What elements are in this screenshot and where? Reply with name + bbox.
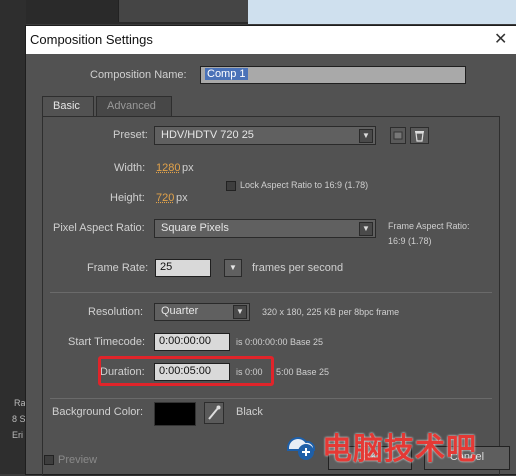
pixel-aspect-ratio-label: Pixel Aspect Ratio:: [53, 222, 145, 234]
width-unit: px: [182, 162, 194, 174]
frame-rate-unit: frames per second: [252, 262, 344, 274]
preset-label: Preset:: [113, 129, 148, 141]
dialog-title: Composition Settings: [30, 32, 153, 47]
watermark-text: 电脑技术吧: [322, 432, 477, 467]
background-color-label: Background Color:: [52, 406, 144, 418]
resolution-value: Quarter: [161, 305, 199, 317]
save-preset-icon[interactable]: [390, 127, 406, 144]
frame-rate-label: Frame Rate:: [87, 262, 149, 274]
chevron-down-icon: ▼: [359, 222, 373, 236]
pixel-aspect-ratio-dropdown[interactable]: Square Pixels ▼: [154, 219, 376, 238]
frame-aspect-ratio-value: 16:9 (1.78): [388, 236, 432, 246]
start-timecode-input[interactable]: 0:00:00:00: [154, 333, 230, 351]
frame-rate-value: 25: [160, 261, 173, 273]
frame-rate-dropdown[interactable]: ▼: [224, 259, 242, 277]
duration-info-b: 5:00 Base 25: [276, 367, 330, 377]
basic-settings-panel: [42, 116, 500, 476]
chevron-down-icon: ▼: [233, 305, 247, 319]
background-label-2: Eri: [12, 430, 23, 440]
height-label: Height:: [110, 192, 145, 204]
width-label: Width:: [114, 162, 146, 174]
composition-name-label: Composition Name:: [90, 69, 187, 81]
lock-aspect-checkbox[interactable]: [226, 181, 236, 191]
preview-label: Preview: [58, 454, 98, 466]
resolution-label: Resolution:: [88, 306, 144, 318]
frame-rate-input[interactable]: 25: [155, 259, 211, 277]
duration-highlight-box: [98, 356, 274, 386]
watermark-logo-icon: [280, 430, 320, 462]
eyedropper-icon[interactable]: [204, 402, 224, 424]
composition-name-value: Comp 1: [205, 68, 248, 80]
divider: [50, 292, 492, 293]
chevron-down-icon: ▼: [359, 129, 373, 143]
resolution-dropdown[interactable]: Quarter ▼: [154, 303, 250, 321]
height-value[interactable]: 720: [156, 192, 174, 204]
background-app-panel: [118, 0, 249, 22]
background-app-window: [248, 0, 516, 24]
background-label-ra: Ra: [14, 398, 26, 408]
frame-aspect-ratio-label: Frame Aspect Ratio:: [388, 221, 470, 231]
background-color-name: Black: [236, 406, 263, 418]
divider: [50, 398, 492, 399]
close-icon[interactable]: ✕: [494, 29, 507, 49]
resolution-info: 320 x 180, 225 KB per 8bpc frame: [262, 307, 400, 317]
preset-value: HDV/HDTV 720 25: [161, 129, 254, 141]
tab-advanced[interactable]: Advanced: [96, 96, 172, 116]
pixel-aspect-ratio-value: Square Pixels: [161, 222, 229, 234]
background-color-swatch[interactable]: [154, 402, 196, 426]
preset-dropdown[interactable]: HDV/HDTV 720 25 ▼: [154, 126, 376, 145]
lock-aspect-label: Lock Aspect Ratio to 16:9 (1.78): [240, 180, 369, 190]
background-app-sidebar: Ra 8 S Eri: [0, 0, 26, 474]
start-timecode-value: 0:00:00:00: [159, 335, 211, 347]
tab-basic[interactable]: Basic: [42, 96, 94, 116]
delete-preset-icon[interactable]: [410, 127, 429, 144]
start-timecode-info: is 0:00:00:00 Base 25: [236, 337, 324, 347]
start-timecode-label: Start Timecode:: [68, 336, 146, 348]
height-unit: px: [176, 192, 188, 204]
preview-checkbox[interactable]: [44, 455, 54, 465]
width-value[interactable]: 1280: [156, 162, 180, 174]
composition-settings-dialog: Composition Settings ✕ Composition Name:…: [26, 26, 516, 476]
dialog-titlebar: Composition Settings ✕: [26, 26, 516, 54]
background-label-1: 8 S: [12, 414, 26, 424]
composition-name-input[interactable]: Comp 1: [200, 66, 466, 84]
